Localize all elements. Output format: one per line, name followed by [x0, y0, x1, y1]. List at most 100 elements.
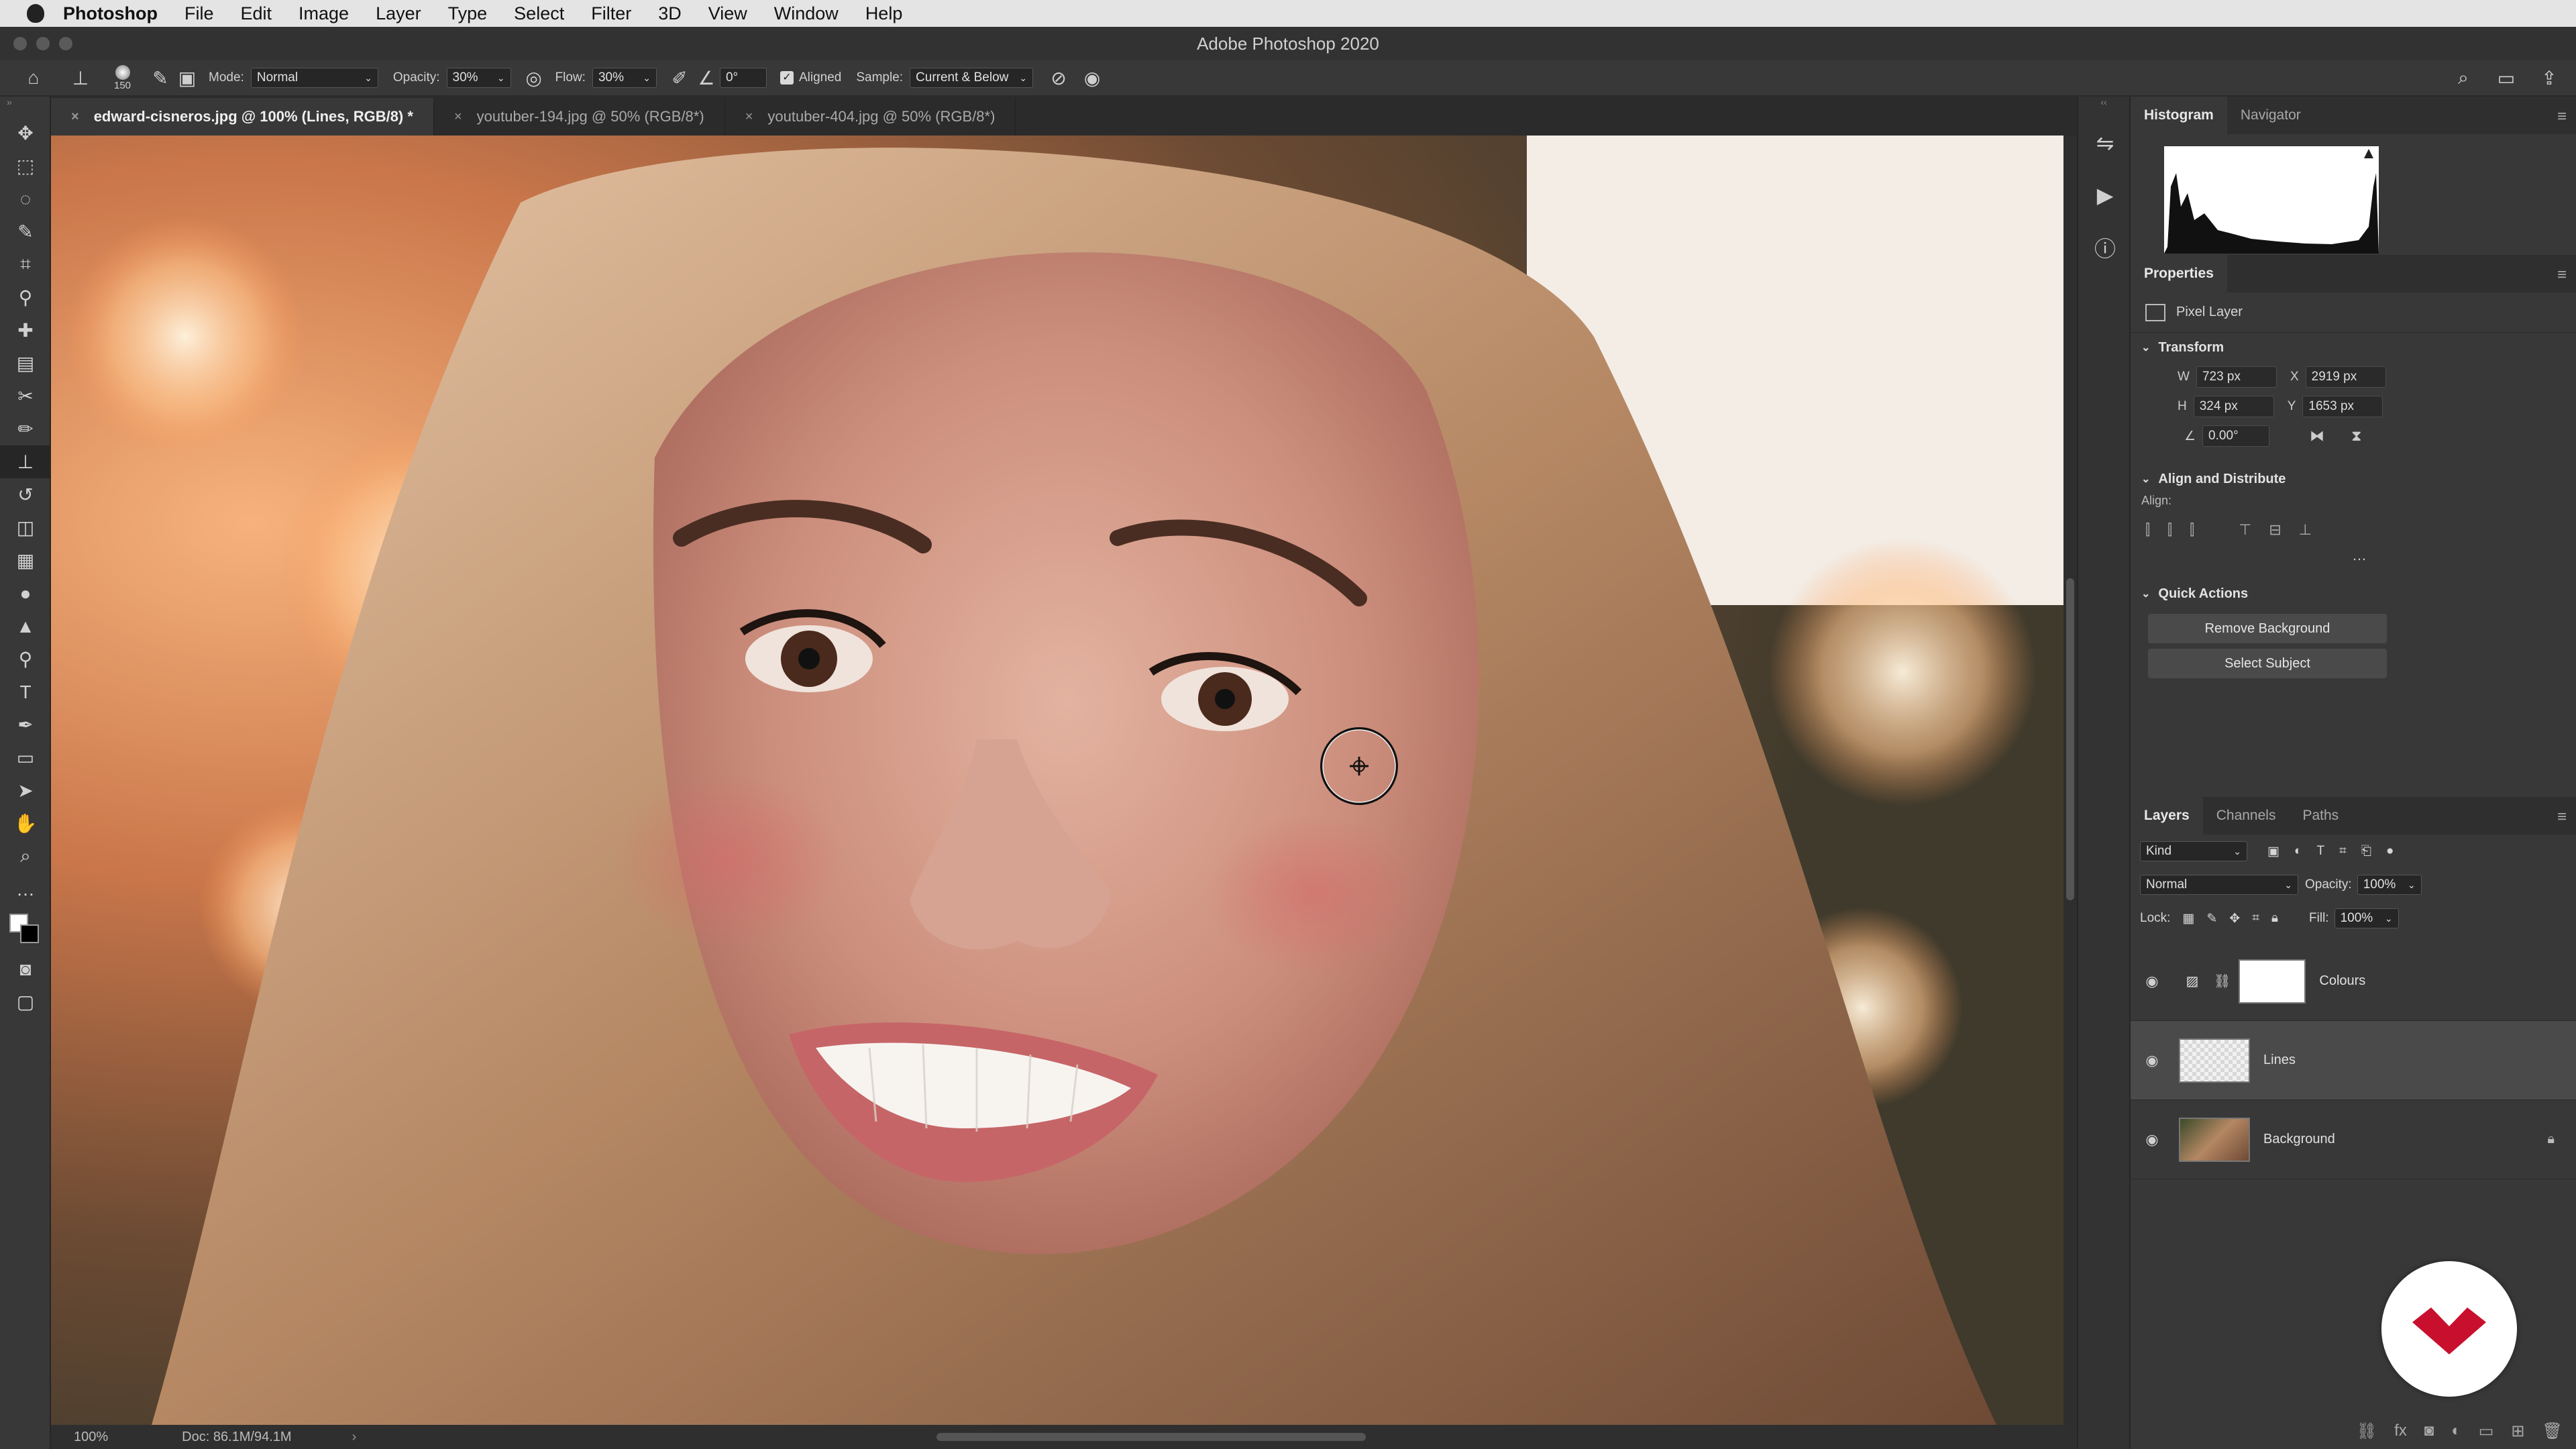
filter-type-icon[interactable]: T — [2316, 844, 2324, 859]
select-subject-button[interactable]: Select Subject — [2148, 649, 2387, 678]
layer-mask-thumbnail[interactable] — [2239, 959, 2306, 1004]
trash-icon[interactable]: 🗑︎ — [2542, 1421, 2563, 1441]
menu-3d[interactable]: 3D — [658, 3, 682, 24]
panel-menu-icon[interactable]: ≡ — [2557, 107, 2567, 126]
workspace-icon[interactable]: ▭ — [2493, 66, 2520, 90]
home-icon[interactable]: ⌂ — [20, 66, 47, 90]
collapse-icon[interactable]: ‹‹ — [2078, 97, 2129, 117]
search-icon[interactable]: ⌕ — [2450, 66, 2477, 90]
close-icon[interactable]: × — [71, 109, 79, 125]
visibility-eye-icon[interactable]: ◉ — [2140, 1052, 2164, 1069]
eraser-tool-icon[interactable]: ◫ — [0, 511, 51, 544]
pen-tool-icon[interactable]: ✒ — [0, 708, 51, 741]
link-layers-icon[interactable]: ⛓︎ — [2357, 1421, 2377, 1441]
new-adjustment-icon[interactable]: ◐ — [2451, 1421, 2461, 1441]
visibility-eye-icon[interactable]: ◉ — [2140, 973, 2164, 990]
filter-shape-icon[interactable]: ⌗ — [2339, 844, 2347, 859]
align-right-icon[interactable]: ⫿ — [2190, 521, 2194, 539]
opacity-field[interactable]: 30% ⌄ — [446, 68, 511, 88]
x-field[interactable]: 2919 px — [2305, 366, 2386, 388]
new-group-icon[interactable]: ▭ — [2479, 1421, 2494, 1441]
dodge-tool-icon[interactable]: ⚲ — [0, 643, 51, 676]
canvas-area[interactable] — [51, 136, 2077, 1425]
remove-background-button[interactable]: Remove Background — [2148, 614, 2387, 643]
menu-select[interactable]: Select — [514, 3, 564, 24]
menu-help[interactable]: Help — [865, 3, 903, 24]
menu-view[interactable]: View — [708, 3, 747, 24]
share-icon[interactable]: ⇪ — [2536, 66, 2563, 90]
apple-icon[interactable] — [27, 4, 44, 23]
align-bottom-icon[interactable]: ⊥ — [2299, 521, 2312, 539]
clone-source-icon[interactable]: ▣ — [174, 66, 201, 90]
menu-image[interactable]: Image — [299, 3, 349, 24]
move-tool-icon[interactable]: ✥ — [0, 117, 51, 150]
menu-file[interactable]: File — [184, 3, 214, 24]
layer-row-background[interactable]: ◉ Background 🔒︎ — [2131, 1100, 2576, 1179]
history-brush-tool-icon[interactable]: ↺ — [0, 478, 51, 511]
zoom-level[interactable]: 100% — [74, 1430, 108, 1445]
menu-window[interactable]: Window — [774, 3, 839, 24]
minimize-window-button[interactable] — [36, 37, 50, 50]
layer-row-colours[interactable]: ◉ ▨ ⛓︎ Colours — [2131, 942, 2576, 1021]
background-color-swatch[interactable] — [20, 924, 39, 943]
layer-thumbnail[interactable] — [2179, 1117, 2250, 1162]
layer-row-lines[interactable]: ◉ Lines — [2131, 1021, 2576, 1100]
filter-kind-select[interactable]: Kind ⌄ — [2140, 841, 2247, 861]
shape-tool-icon[interactable]: ▭ — [0, 741, 51, 774]
filter-pixel-icon[interactable]: ▣ — [2267, 844, 2279, 859]
tab-channels[interactable]: Channels — [2203, 797, 2290, 835]
y-field[interactable]: 1653 px — [2302, 396, 2383, 417]
visibility-eye-icon[interactable]: ◉ — [2140, 1131, 2164, 1148]
layer-opacity-field[interactable]: 100% ⌄ — [2357, 875, 2422, 895]
sharpen-tool-icon[interactable]: ▲ — [0, 610, 51, 643]
sample-select[interactable]: Current & Below ⌄ — [910, 68, 1034, 88]
clone-stamp-tool-icon[interactable]: ⊥ — [0, 445, 51, 478]
add-mask-icon[interactable]: ◙ — [2424, 1421, 2434, 1441]
brush-tool-icon[interactable]: ✏ — [0, 413, 51, 445]
hand-tool-icon[interactable]: ✋ — [0, 807, 51, 840]
lock-artboard-icon[interactable]: ⌗ — [2252, 911, 2259, 926]
blend-mode-select[interactable]: Normal ⌄ — [2140, 875, 2298, 895]
filter-smart-object-icon[interactable]: ⎗ — [2361, 844, 2371, 859]
clone-stamp-preset-icon[interactable]: ⊥ — [67, 66, 94, 90]
align-left-icon[interactable]: ⫿ — [2145, 521, 2150, 539]
height-field[interactable]: 324 px — [2193, 396, 2274, 417]
quick-actions-header[interactable]: ⌄ Quick Actions — [2131, 579, 2576, 608]
tab-navigator[interactable]: Navigator — [2227, 97, 2314, 134]
new-layer-icon[interactable]: ⊞ — [2511, 1421, 2524, 1441]
pressure-opacity-icon[interactable]: ◎ — [521, 66, 547, 90]
menu-app-name[interactable]: Photoshop — [63, 3, 158, 24]
eyedropper-tool-icon[interactable]: ⚲ — [0, 281, 51, 314]
transform-section-header[interactable]: ⌄ Transform — [2131, 333, 2576, 362]
angle-field[interactable]: 0° — [719, 68, 767, 88]
more-tools-icon[interactable]: … — [0, 873, 51, 906]
lock-image-icon[interactable]: ✎ — [2206, 911, 2217, 926]
close-icon[interactable]: × — [745, 109, 753, 125]
width-field[interactable]: 723 px — [2196, 366, 2277, 388]
more-options-icon[interactable]: … — [2131, 539, 2576, 564]
panel-menu-icon[interactable]: ≡ — [2557, 266, 2567, 284]
screen-mode-icon[interactable]: ▢ — [0, 985, 51, 1018]
patch-tool-icon[interactable]: ▤ — [0, 347, 51, 380]
chain-link-icon[interactable]: ⛓︎ — [2214, 973, 2231, 989]
flip-vertical-icon[interactable]: ⧗ — [2351, 427, 2361, 445]
tab-edward-cisneros[interactable]: × edward-cisneros.jpg @ 100% (Lines, RGB/… — [51, 98, 434, 136]
lasso-tool-icon[interactable]: ◌ — [0, 182, 51, 215]
filter-adjustment-icon[interactable]: ◐ — [2294, 844, 2302, 859]
flip-horizontal-icon[interactable]: ⧓ — [2310, 427, 2324, 445]
info-icon[interactable]: ⓘ — [2078, 221, 2132, 274]
tab-youtuber-194[interactable]: × youtuber-194.jpg @ 50% (RGB/8*) — [434, 98, 725, 136]
mode-select[interactable]: Normal ⌄ — [250, 68, 378, 88]
align-top-icon[interactable]: ⊤ — [2239, 521, 2251, 539]
fx-icon[interactable]: fx — [2394, 1421, 2407, 1441]
layer-thumbnail[interactable] — [2179, 1038, 2250, 1083]
menu-filter[interactable]: Filter — [591, 3, 631, 24]
menu-type[interactable]: Type — [448, 3, 488, 24]
brush-settings-icon[interactable]: ✎ — [147, 66, 174, 90]
crop-tool-icon[interactable]: ⌗ — [0, 248, 51, 281]
portrait-photo[interactable] — [51, 136, 2063, 1425]
horizontal-scroll-thumb[interactable] — [936, 1433, 1366, 1441]
ignore-adjustment-icon[interactable]: ⊘ — [1045, 66, 1072, 90]
airbrush-icon[interactable]: ✐ — [666, 66, 693, 90]
blur-tool-icon[interactable]: ● — [0, 577, 51, 610]
